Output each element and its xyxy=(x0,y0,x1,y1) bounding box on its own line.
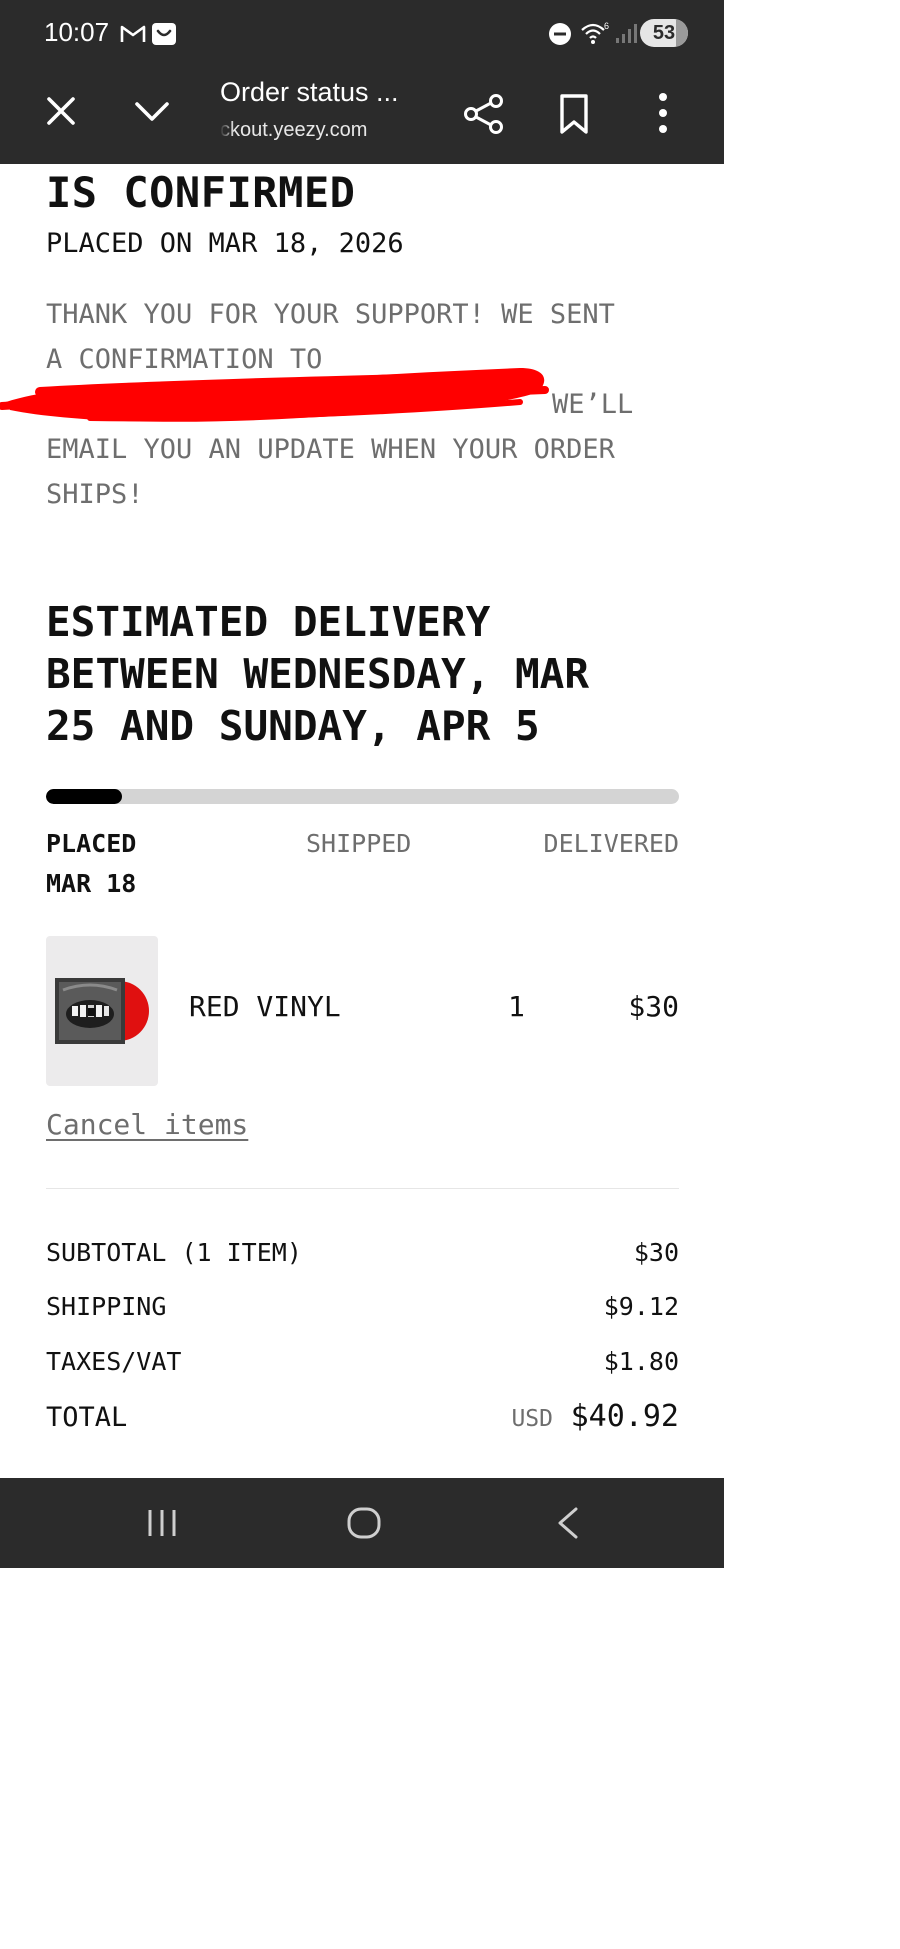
estimated-delivery-line-3: 25 AND SUNDAY, APR 5 xyxy=(46,702,540,750)
placed-on-date: PLACED ON MAR 18, 2026 xyxy=(46,228,404,259)
system-navigation-bar xyxy=(0,1478,724,1568)
confirmation-line-5: SHIPS! xyxy=(46,479,144,510)
order-confirmed-heading: IS CONFIRMED xyxy=(46,168,356,217)
total-value: $40.92 xyxy=(570,1399,679,1434)
signal-icon xyxy=(616,24,637,43)
step-placed: PLACED MAR 18 xyxy=(46,824,136,904)
shipping-label: SHIPPING xyxy=(46,1292,167,1321)
taxes-row: TAXES/VAT $1.80 xyxy=(46,1347,679,1387)
step-shipped-label: SHIPPED xyxy=(306,829,412,858)
order-status-page: IS CONFIRMED PLACED ON MAR 18, 2026 THAN… xyxy=(0,164,724,1478)
delivery-progress-fill xyxy=(46,789,122,804)
custom-tab-toolbar: Order status ... ckout.yeezy.com xyxy=(0,66,724,164)
step-delivered-label: DELIVERED xyxy=(543,829,679,858)
taxes-value: $1.80 xyxy=(603,1347,679,1376)
svg-text:6: 6 xyxy=(604,21,609,31)
page-url[interactable]: ckout.yeezy.com xyxy=(220,119,420,142)
status-bar: 10:07 6 53 xyxy=(0,0,724,66)
chevron-down-icon[interactable] xyxy=(130,90,174,132)
subtotal-label: SUBTOTAL (1 ITEM) xyxy=(46,1238,302,1267)
url-fade xyxy=(220,116,234,146)
estimated-delivery-line-1: ESTIMATED DELIVERY xyxy=(46,598,491,646)
red-vinyl-album-cover xyxy=(55,978,149,1044)
share-icon[interactable] xyxy=(462,92,506,136)
email-redaction-scribble xyxy=(0,368,549,422)
status-time: 10:07 xyxy=(44,17,110,47)
taxes-label: TAXES/VAT xyxy=(46,1347,182,1376)
estimated-delivery-heading: ESTIMATED DELIVERY BETWEEN WEDNESDAY, MA… xyxy=(46,596,686,752)
bookmark-icon[interactable] xyxy=(554,92,594,136)
estimated-delivery-line-2: BETWEEN WEDNESDAY, MAR xyxy=(46,650,590,698)
recents-icon[interactable] xyxy=(146,1508,178,1538)
step-placed-label: PLACED xyxy=(46,829,137,858)
cancel-items-link[interactable]: Cancel items xyxy=(46,1108,248,1141)
confirmation-line-1: THANK YOU FOR YOUR SUPPORT! WE SENT xyxy=(46,299,615,330)
delivery-progress-bar xyxy=(46,789,679,804)
subtotal-row: SUBTOTAL (1 ITEM) $30 xyxy=(46,1238,679,1278)
battery-icon: 53 xyxy=(640,19,688,47)
wifi-icon: 6 xyxy=(581,21,609,44)
battery-level: 53 xyxy=(652,22,676,44)
shipping-value: $9.12 xyxy=(603,1292,679,1321)
total-row: TOTAL USD $40.92 xyxy=(46,1399,679,1442)
shipping-row: SHIPPING $9.12 xyxy=(46,1292,679,1332)
confirmation-line-4: EMAIL YOU AN UPDATE WHEN YOUR ORDER xyxy=(46,434,615,465)
shopping-bag-icon xyxy=(152,23,176,45)
item-name: RED VINYL xyxy=(189,990,341,1023)
more-vert-icon[interactable] xyxy=(648,90,678,136)
step-placed-date: MAR 18 xyxy=(46,869,137,898)
item-quantity: 1 xyxy=(508,990,525,1023)
summary-divider xyxy=(46,1188,679,1189)
close-icon[interactable] xyxy=(40,90,82,132)
subtotal-value: $30 xyxy=(633,1238,679,1267)
item-price: $30 xyxy=(628,990,679,1023)
gmail-icon xyxy=(120,25,146,42)
total-currency: USD xyxy=(511,1406,553,1432)
do-not-disturb-icon xyxy=(549,23,571,45)
item-thumbnail[interactable] xyxy=(46,936,158,1086)
back-icon[interactable] xyxy=(554,1506,580,1540)
total-label: TOTAL xyxy=(46,1402,128,1433)
page-title[interactable]: Order status ... xyxy=(220,77,399,108)
home-icon[interactable] xyxy=(346,1506,382,1540)
